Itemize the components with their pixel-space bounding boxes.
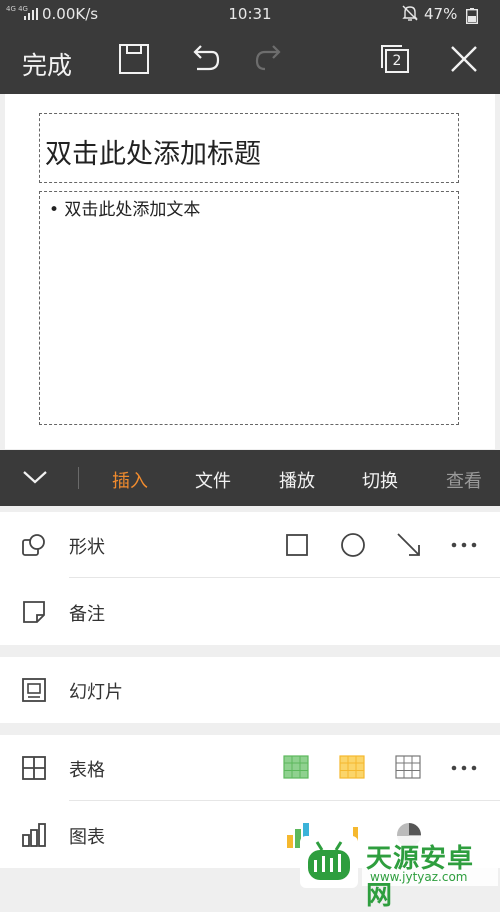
tab-insert[interactable]: 插入 (112, 467, 148, 493)
title-placeholder-text: 双击此处添加标题 (45, 139, 261, 170)
site-watermark: 天源安卓网 www.jytyaz.com (300, 832, 500, 911)
square-icon[interactable] (283, 531, 311, 559)
insert-slide-row[interactable]: 幻灯片 (0, 657, 500, 723)
body-placeholder-text: • 双击此处添加文本 (49, 200, 201, 220)
more-icon[interactable] (450, 754, 478, 782)
mute-bell-icon (402, 5, 418, 21)
battery-icon (466, 8, 478, 24)
circle-icon[interactable] (339, 531, 367, 559)
chart-label: 图表 (69, 827, 105, 848)
undo-icon[interactable] (187, 42, 221, 76)
insert-shape-row[interactable]: 形状 (0, 512, 500, 578)
done-button[interactable]: 完成 (22, 46, 72, 82)
body-placeholder-box[interactable]: • 双击此处添加文本 (39, 191, 459, 425)
status-bar: 4G 4G 0.00K/s 10:31 47% (0, 0, 500, 28)
insert-table-row[interactable]: 表格 (0, 735, 500, 801)
row-divider (69, 577, 500, 578)
close-icon[interactable] (447, 42, 481, 76)
tab-file[interactable]: 文件 (195, 467, 231, 493)
ribbon-tab-bar: 插入 文件 播放 切换 查看 (0, 450, 500, 506)
tab-play[interactable]: 播放 (279, 467, 315, 493)
green-table-icon[interactable] (283, 755, 309, 779)
redo-icon[interactable] (253, 42, 287, 76)
slide-canvas[interactable]: 双击此处添加标题 • 双击此处添加文本 (5, 94, 495, 449)
slide-label: 幻灯片 (69, 682, 123, 703)
note-icon (23, 601, 45, 623)
title-placeholder-box[interactable]: 双击此处添加标题 (39, 113, 459, 183)
note-label: 备注 (69, 604, 105, 625)
arrow-line-icon[interactable] (395, 531, 423, 559)
gray-table-icon[interactable] (395, 755, 421, 779)
chart-icon (22, 823, 46, 847)
watermark-url: www.jytyaz.com (370, 870, 468, 884)
row-divider (69, 800, 500, 801)
save-icon[interactable] (117, 42, 151, 76)
tab-transition[interactable]: 切换 (362, 467, 398, 493)
insert-note-row[interactable]: 备注 (0, 579, 500, 645)
watermark-logo-icon (300, 836, 358, 888)
page-switch-button[interactable]: 2 (378, 42, 412, 76)
battery-percent: 47% (424, 5, 458, 23)
table-icon (22, 756, 46, 780)
yellow-table-icon[interactable] (339, 755, 365, 779)
insert-group-shapes: 形状 备注 (0, 512, 500, 645)
table-label: 表格 (69, 760, 105, 781)
shape-icon (22, 534, 45, 556)
shape-label: 形状 (69, 537, 105, 558)
page-count: 2 (392, 53, 402, 69)
tab-divider (78, 467, 79, 489)
more-icon[interactable] (450, 531, 478, 559)
slide-icon (22, 678, 46, 702)
insert-group-slide: 幻灯片 (0, 657, 500, 723)
edit-toolbar: 完成 2 (0, 28, 500, 94)
tab-view[interactable]: 查看 (446, 467, 482, 493)
chevron-down-icon[interactable] (22, 467, 48, 487)
